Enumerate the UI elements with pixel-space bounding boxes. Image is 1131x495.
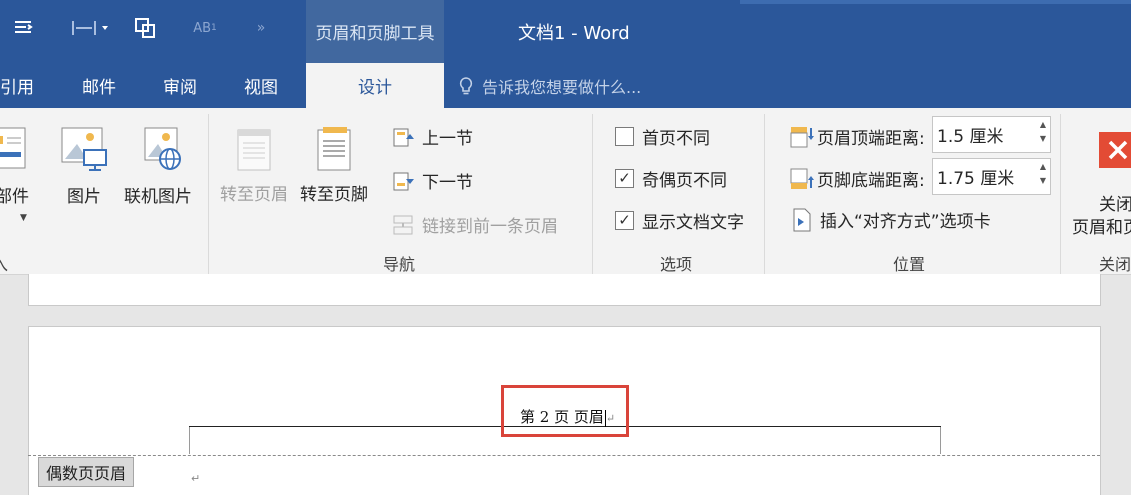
show-document-text-label: 显示文档文字 [642, 213, 744, 233]
insert-alignment-tab-label: 插入“对齐方式”选项卡 [820, 212, 991, 232]
chevron-down-icon: ▼ [20, 213, 27, 223]
close-icon[interactable] [1099, 132, 1131, 168]
document-area: 第 2 页 页眉 ↵ 偶数页页眉 ↵ [0, 274, 1131, 495]
document-parts-icon [0, 127, 25, 169]
spin-down-icon[interactable]: ▼ [1040, 135, 1046, 143]
document-parts-label: 档部件 [0, 187, 29, 207]
tab-mailings[interactable]: 邮件 [82, 63, 116, 108]
more-icon[interactable]: » [246, 12, 276, 44]
show-document-text-checkbox[interactable]: ✓ 显示文档文字 [615, 208, 744, 233]
next-section-button[interactable]: 下一节 [392, 168, 473, 193]
checkbox-box[interactable] [615, 127, 634, 146]
close-header-footer-label-2[interactable]: 页眉和页 [1072, 213, 1131, 238]
checkmark-icon[interactable]: ✓ [615, 169, 634, 188]
previous-section-label: 上一节 [422, 129, 473, 149]
title-bar: AB 1 » 页眉和页脚工具 文档1 - Word [0, 0, 1131, 63]
group-separator [1060, 114, 1061, 276]
alignment-tab-icon [793, 208, 811, 231]
odd-even-different-label: 奇偶页不同 [642, 171, 727, 191]
online-picture-icon [144, 127, 181, 170]
previous-section-button[interactable]: 上一节 [392, 124, 473, 149]
highlight-box [501, 385, 629, 437]
paragraph-icon[interactable] [8, 12, 38, 44]
link-to-previous-icon [393, 215, 413, 234]
insert-alignment-tab-button[interactable]: 插入“对齐方式”选项卡 [792, 207, 991, 232]
link-to-previous-label: 链接到前一条页眉 [422, 217, 558, 237]
spacing-icon[interactable] [68, 12, 112, 44]
superscript-icon: AB 1 [193, 20, 217, 36]
goto-footer-button[interactable]: 转至页脚 [300, 126, 368, 205]
margin-corner-left [189, 426, 190, 454]
link-to-previous-button[interactable]: 链接到前一条页眉 [392, 212, 558, 237]
insert-group-label: 入 [0, 255, 9, 274]
group-separator [592, 114, 593, 276]
previous-page-bottom [28, 274, 1101, 306]
navigation-group-label: 导航 [383, 255, 416, 274]
tell-me-box[interactable]: 告诉我您想要做什么... [458, 63, 641, 108]
odd-even-different-checkbox[interactable]: ✓ 奇偶页不同 [615, 166, 727, 191]
ribbon-tabs: 引用 邮件 审阅 视图 设计 告诉我您想要做什么... [0, 63, 1131, 108]
spin-up-icon[interactable]: ▲ [1040, 163, 1046, 171]
margin-corner-right [940, 426, 941, 454]
options-group-label: 选项 [660, 255, 693, 274]
context-tool-group: 页眉和页脚工具 [306, 0, 444, 63]
first-page-different-checkbox[interactable]: 首页不同 [615, 124, 710, 149]
frame-icon[interactable] [130, 12, 160, 44]
header-boundary-dashed-line [28, 455, 1100, 456]
footer-bottom-distance-label: 页脚底端距离: [817, 171, 925, 191]
header-position-icon [790, 126, 814, 147]
goto-header-button[interactable]: 转至页眉 [220, 126, 288, 205]
online-picture-button[interactable]: 联机图片 [124, 126, 192, 207]
group-separator [764, 114, 765, 276]
header-top-distance-label: 页眉顶端距离: [817, 129, 925, 149]
goto-footer-label: 转至页脚 [300, 185, 368, 205]
spin-down-icon[interactable]: ▼ [1040, 177, 1046, 185]
goto-footer-icon [317, 127, 351, 171]
ribbon: 档部件 ▼ 图片 联机图片 入 转至页眉 转至页脚 上一节 下一节 链接到前一条… [0, 108, 1131, 276]
picture-button[interactable]: 图片 [60, 126, 108, 207]
position-group-label: 位置 [893, 255, 926, 274]
paragraph-mark-icon: ↵ [191, 472, 201, 485]
tab-design[interactable]: 设计 [306, 63, 444, 108]
close-group-label: 关闭 [1099, 255, 1131, 274]
picture-icon [61, 127, 107, 171]
first-page-different-label: 首页不同 [642, 129, 710, 149]
document-parts-button[interactable]: 档部件 ▼ [0, 126, 29, 223]
footer-bottom-distance-input[interactable]: 1.75 厘米 ▲ ▼ [932, 158, 1051, 195]
title-stripe [740, 0, 1131, 4]
footer-bottom-distance-row: 页脚底端距离: [790, 166, 925, 191]
document-title: 文档1 - Word [518, 23, 630, 44]
header-top-distance-value: 1.5 厘米 [937, 127, 1004, 147]
goto-header-label: 转至页眉 [220, 185, 288, 205]
group-separator [208, 114, 209, 276]
tell-me-text: 告诉我您想要做什么... [482, 77, 642, 97]
header-top-distance-input[interactable]: 1.5 厘米 ▲ ▼ [932, 116, 1051, 153]
lightbulb-icon [459, 76, 473, 94]
next-section-icon [393, 172, 414, 190]
picture-label: 图片 [67, 187, 101, 207]
tab-view[interactable]: 视图 [244, 63, 278, 108]
checkmark-icon[interactable]: ✓ [615, 211, 634, 230]
header-top-distance-row: 页眉顶端距离: [790, 124, 925, 149]
close-header-footer-label-1[interactable]: 关闭 [1099, 190, 1131, 215]
even-page-header-tag: 偶数页页眉 [38, 457, 135, 487]
footer-bottom-distance-value: 1.75 厘米 [937, 169, 1015, 189]
previous-section-icon [393, 128, 414, 146]
online-picture-label: 联机图片 [124, 187, 192, 207]
next-section-label: 下一节 [422, 173, 473, 193]
goto-header-icon [237, 129, 271, 171]
footer-position-icon [790, 168, 814, 189]
tab-review[interactable]: 审阅 [163, 63, 197, 108]
tab-references[interactable]: 引用 [0, 63, 34, 108]
spin-up-icon[interactable]: ▲ [1040, 121, 1046, 129]
